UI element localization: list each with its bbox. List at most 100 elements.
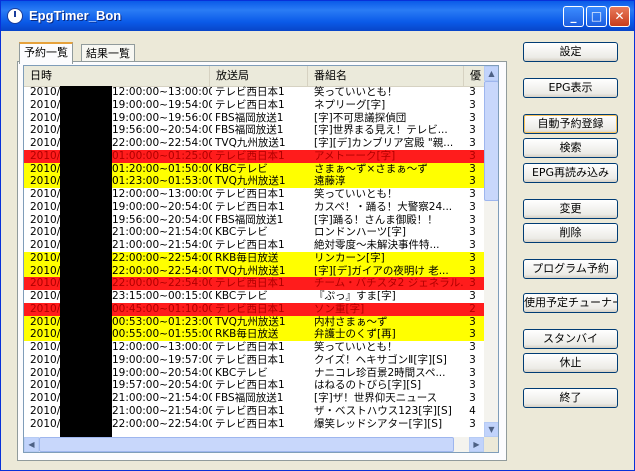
row-date: 2010/ [30, 200, 60, 213]
row-time: 00:55:00~01:55:00 [112, 328, 212, 341]
row-date: 2010/ [30, 175, 60, 188]
row-station: テレビ西日本1 [215, 404, 285, 417]
row-program: 絶対零度～未解決事件特... [314, 239, 440, 251]
row-program: 内村さまぁ～ず [314, 315, 388, 328]
row-time: 01:20:00~01:50:00 [112, 162, 212, 175]
row-priority: 3 [469, 417, 476, 430]
epg-reload-button[interactable]: EPG再読み込み [523, 163, 618, 183]
row-priority: 3 [469, 162, 476, 175]
column-header-datetime[interactable]: 日時 [24, 66, 210, 86]
redaction-bar [60, 86, 112, 438]
row-date: 2010/ [30, 149, 60, 162]
tab-results[interactable]: 結果一覧 [81, 44, 135, 62]
row-priority: 3 [469, 239, 476, 251]
vertical-scroll-thumb[interactable] [484, 81, 498, 201]
row-priority: 3 [469, 251, 476, 264]
row-time: 00:53:00~01:23:00 [112, 315, 212, 328]
auto-reserve-button[interactable]: 自動予約登録 [523, 114, 618, 134]
scroll-up-arrow-icon[interactable]: ▲ [484, 66, 498, 81]
settings-button[interactable]: 設定 [523, 42, 618, 62]
row-time: 19:00:00~19:54:00 [112, 98, 212, 111]
minimize-button[interactable]: _ [563, 6, 584, 27]
row-station: テレビ西日本1 [215, 417, 285, 430]
tuner-schedule-button[interactable]: 使用予定チューナー [523, 293, 618, 313]
search-button[interactable]: 検索 [523, 138, 618, 158]
row-priority: 3 [469, 341, 476, 353]
exit-button[interactable]: 終了 [523, 388, 618, 408]
tab-reservations[interactable]: 予約一覧 [19, 42, 73, 64]
epg-view-button[interactable]: EPG表示 [523, 78, 618, 98]
column-header-program[interactable]: 番組名 [308, 66, 464, 86]
row-program: クイズ！ヘキサゴンⅡ[字][S] [314, 353, 447, 366]
scroll-left-arrow-icon[interactable]: ◀ [24, 437, 39, 452]
row-station: KBCテレビ [215, 226, 268, 239]
title-bar[interactable]: EpgTimer_Bon _ □ ✕ [1, 1, 634, 31]
row-priority: 3 [469, 226, 476, 239]
row-station: テレビ西日本1 [215, 302, 285, 315]
row-priority: 3 [469, 188, 476, 200]
row-priority: 3 [469, 264, 476, 277]
row-time: 00:45:00~01:10:00 [112, 302, 212, 315]
row-date: 2010/ [30, 341, 60, 353]
row-date: 2010/ [30, 188, 60, 200]
row-priority: 3 [469, 328, 476, 341]
row-station: TVQ九州放送1 [215, 264, 286, 277]
scroll-down-arrow-icon[interactable]: ▼ [484, 422, 498, 437]
row-time: 19:57:00~20:54:00 [112, 379, 212, 392]
program-reserve-button[interactable]: プログラム予約 [523, 259, 618, 279]
row-program: はねるのトびら[字][S] [314, 379, 422, 392]
reservation-list[interactable]: 日時 放送局 番組名 優 2010/12:00:00~13:00:00 テレビ西日… [23, 65, 499, 453]
vertical-scrollbar[interactable]: ▲ ▼ [484, 66, 498, 437]
row-time: 22:00:00~22:54:00 [112, 251, 212, 264]
row-date: 2010/ [30, 162, 60, 175]
row-time: 19:56:00~20:54:00 [112, 213, 212, 226]
row-time: 01:00:00~01:25:00 [112, 149, 212, 162]
row-program: ネプリーグ[字] [314, 98, 386, 111]
row-time: 22:00:00~22:54:00 [112, 417, 212, 430]
hibernate-button[interactable]: 休止 [523, 353, 618, 373]
row-time: 19:56:00~20:54:00 [112, 124, 212, 137]
row-time: 23:15:00~00:15:00 [112, 290, 212, 302]
scrollbar-corner [484, 437, 498, 452]
change-button[interactable]: 変更 [523, 199, 618, 219]
row-time: 12:00:00~13:00:00 [112, 188, 212, 200]
row-station: テレビ西日本1 [215, 188, 285, 200]
column-header-priority[interactable]: 優 [464, 66, 484, 86]
row-priority: 3 [469, 379, 476, 392]
row-date: 2010/ [30, 111, 60, 124]
standby-button[interactable]: スタンバイ [523, 329, 618, 349]
row-program: カスペ！・踊る！大警察24... [314, 200, 453, 213]
horizontal-scrollbar[interactable]: ◀ ▶ [24, 437, 484, 452]
row-time: 22:00:00~22:54:00 [112, 277, 212, 290]
close-button[interactable]: ✕ [609, 6, 630, 27]
row-date: 2010/ [30, 264, 60, 277]
row-station: RKB毎日放送 [215, 328, 279, 341]
row-station: TVQ九州放送1 [215, 137, 286, 149]
row-program: 笑っていいとも！ [314, 86, 398, 98]
row-priority: 2 [469, 302, 476, 315]
row-program: 笑っていいとも！ [314, 341, 398, 353]
row-program: ザ・ベストハウス123[字][S] [314, 404, 452, 417]
row-date: 2010/ [30, 328, 60, 341]
delete-button[interactable]: 削除 [523, 223, 618, 243]
row-program: 弁護士のくず[再] [314, 328, 396, 341]
row-priority: 3 [469, 149, 476, 162]
row-priority: 3 [469, 213, 476, 226]
row-time: 12:00:00~13:00:00 [112, 341, 212, 353]
row-program: [字]ザ！世界仰天ニュース [314, 392, 438, 404]
column-header-station[interactable]: 放送局 [210, 66, 308, 86]
maximize-button[interactable]: □ [586, 6, 607, 27]
row-date: 2010/ [30, 213, 60, 226]
row-priority: 3 [469, 137, 476, 149]
row-station: FBS福岡放送1 [215, 392, 284, 404]
row-priority: 3 [469, 98, 476, 111]
main-window: EpgTimer_Bon _ □ ✕ 予約一覧 結果一覧 日時 放送局 番組名 … [0, 0, 635, 471]
row-time: 21:00:00~21:54:00 [112, 239, 212, 251]
row-date: 2010/ [30, 137, 60, 149]
horizontal-scroll-thumb[interactable] [39, 437, 454, 452]
row-date: 2010/ [30, 302, 60, 315]
list-header: 日時 放送局 番組名 優 [24, 66, 484, 87]
scroll-right-arrow-icon[interactable]: ▶ [469, 437, 484, 452]
row-program: [字][デ]カンブリア宮殿 "親... [314, 137, 454, 149]
row-priority: 4 [469, 404, 476, 417]
